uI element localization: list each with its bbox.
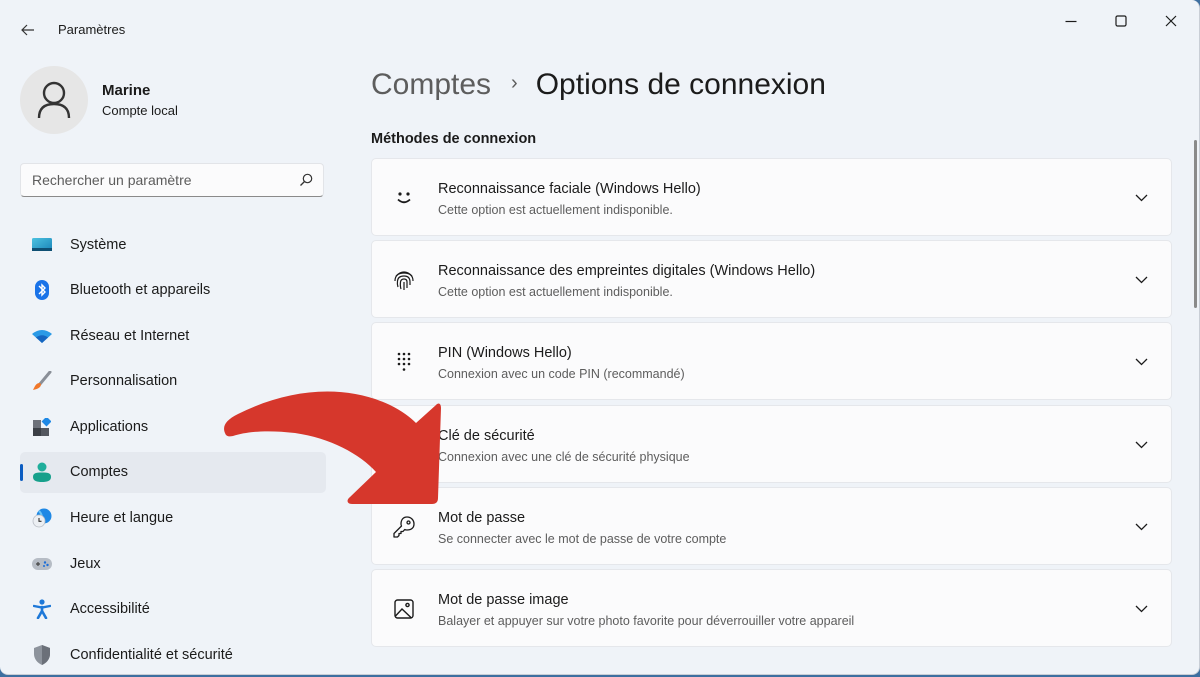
bluetooth-icon [32,280,52,301]
system-display-icon [32,235,52,255]
sign-in-method-face[interactable]: Reconnaissance faciale (Windows Hello) C… [371,158,1172,236]
sidebar-item-label: Système [70,236,127,253]
sidebar-item-label: Personnalisation [70,373,178,390]
sign-in-method-password[interactable]: Mot de passe Se connecter avec le mot de… [371,486,1172,565]
back-button[interactable] [14,16,42,44]
person-outline-icon [37,81,71,119]
card-title: Mot de passe [438,509,526,526]
app-title: Paramètres [58,22,126,37]
sidebar-item-network[interactable]: Réseau et Internet [20,315,326,356]
close-icon [1165,15,1177,27]
sidebar-item-gaming[interactable]: Jeux [20,543,326,584]
gamepad-icon [32,554,52,574]
sidebar-item-label: Jeux [70,555,101,572]
card-subtitle: Cette option est actuellement indisponib… [438,203,673,217]
face-icon [392,186,416,210]
chevron-down-icon[interactable] [1133,190,1149,206]
card-subtitle: Se connecter avec le mot de passe de vot… [438,531,727,546]
pin-keypad-icon [392,350,416,374]
paintbrush-icon [32,371,52,391]
chevron-down-icon[interactable] [1133,519,1149,535]
search-icon[interactable] [299,173,313,187]
profile-account-type: Compte local [102,103,178,118]
key-icon [392,515,416,539]
sidebar-item-label: Confidentialité et sécurité [70,646,233,663]
sidebar-item-apps[interactable]: Applications [20,406,326,447]
fingerprint-icon [392,268,416,292]
chevron-down-icon[interactable] [1133,601,1149,617]
vertical-scrollbar[interactable] [1194,140,1197,308]
breadcrumb-parent-link[interactable]: Comptes [371,68,491,102]
user-profile[interactable]: Marine Compte local [20,66,178,134]
picture-icon [392,597,416,621]
shield-icon [32,644,52,665]
breadcrumb: Comptes › Options de connexion [371,68,826,102]
sidebar-item-personalization[interactable]: Personnalisation [20,361,326,402]
profile-name: Marine [102,82,151,99]
chevron-right-icon: › [511,71,518,94]
search-input[interactable] [32,172,299,188]
sidebar-item-label: Heure et langue [70,510,174,527]
sidebar-item-label: Réseau et Internet [70,327,190,344]
sign-in-method-security-key[interactable]: Clé de sécurité Connexion avec une clé d… [371,404,1172,483]
sign-in-method-fingerprint[interactable]: Reconnaissance des empreintes digitales … [371,240,1172,319]
avatar[interactable] [20,66,88,134]
card-subtitle: Balayer et appuyer sur votre photo favor… [438,613,855,628]
section-title: Méthodes de connexion [371,131,537,147]
sidebar-item-label: Comptes [70,464,129,481]
sidebar-item-bluetooth[interactable]: Bluetooth et appareils [20,270,326,311]
minimize-icon [1065,20,1077,23]
minimize-button[interactable] [1048,6,1094,36]
chevron-down-icon[interactable] [1133,437,1149,453]
time-language-icon [32,508,52,528]
sidebar-item-accounts[interactable]: Comptes [20,451,326,493]
sidebar-item-label: Bluetooth et appareils [70,282,211,299]
page-title: Options de connexion [535,68,826,101]
chevron-down-icon[interactable] [1133,272,1149,288]
settings-window: Paramètres Marine Compte local Recherche… [0,0,1200,675]
sign-in-method-pin[interactable]: PIN (Windows Hello) Connexion avec un co… [371,322,1172,401]
card-title: Clé de sécurité [438,427,535,444]
card-subtitle: Connexion avec un code PIN (recommandé) [438,367,685,382]
usb-key-icon [392,433,416,457]
card-title: PIN (Windows Hello) [438,345,572,362]
search-box[interactable] [20,163,324,197]
sidebar-item-accessibility[interactable]: Accessibilité [20,589,326,630]
arrow-left-icon [21,24,34,36]
card-title: Reconnaissance des empreintes digitales … [438,263,816,280]
sidebar-item-label: Accessibilité [70,601,150,618]
chevron-down-icon[interactable] [1133,354,1149,370]
sidebar-item-label: Applications [70,418,149,435]
close-button[interactable] [1148,6,1194,36]
profile-info: Marine Compte local [102,82,178,118]
sidebar-nav: Système Bluetooth et appareils Réseau et… [20,224,326,674]
accessibility-icon [32,599,52,620]
maximize-icon [1115,15,1127,27]
apps-icon [32,417,52,437]
wifi-icon [32,326,52,346]
person-icon [32,462,52,483]
sidebar-item-system[interactable]: Système [20,224,326,265]
card-subtitle: Connexion avec une clé de sécurité physi… [438,449,690,464]
maximize-button[interactable] [1098,6,1144,36]
sidebar-item-privacy-security[interactable]: Confidentialité et sécurité [20,634,326,674]
title-bar: Paramètres [0,0,1199,58]
card-subtitle: Cette option est actuellement indisponib… [438,285,673,300]
card-title: Reconnaissance faciale (Windows Hello) [438,181,701,197]
sign-in-methods-list: Reconnaissance faciale (Windows Hello) C… [371,158,1172,651]
sidebar-item-time-language[interactable]: Heure et langue [20,498,326,539]
sign-in-method-picture-password[interactable]: Mot de passe image Balayer et appuyer su… [371,568,1172,647]
card-title: Mot de passe image [438,591,569,608]
